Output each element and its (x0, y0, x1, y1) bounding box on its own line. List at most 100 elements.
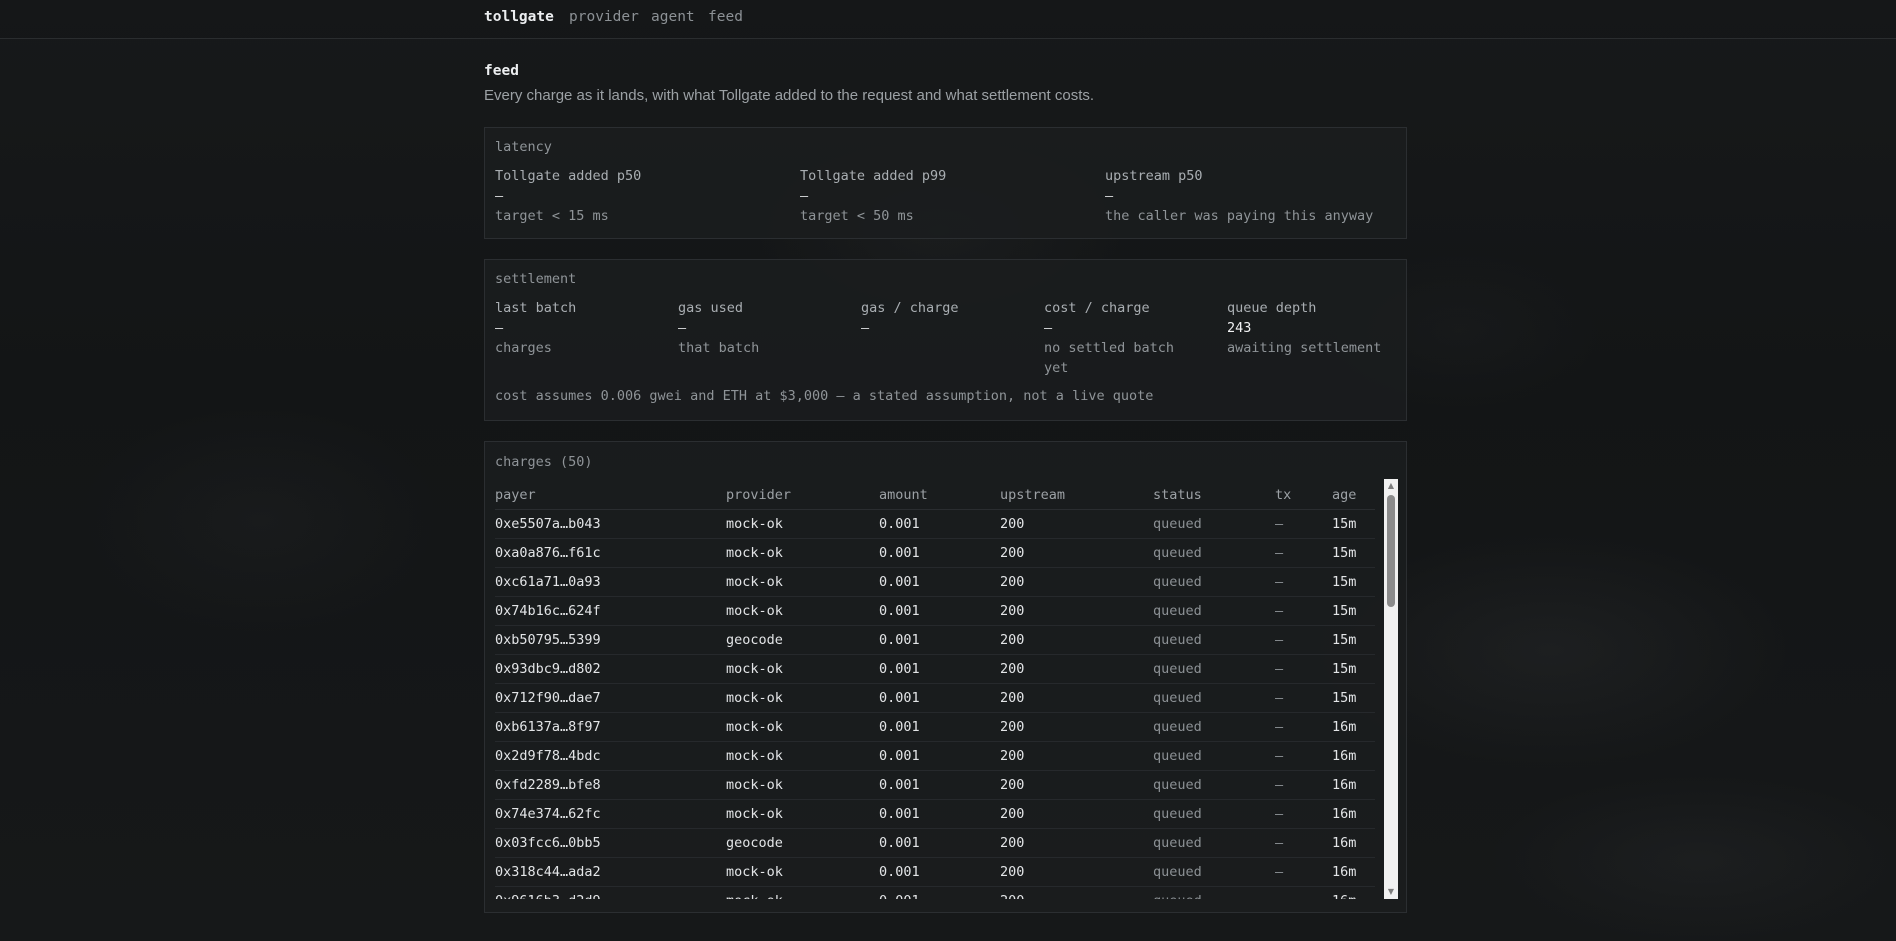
latency-metric-upstream: upstream p50 – the caller was paying thi… (1105, 166, 1373, 226)
table-row[interactable]: 0x712f90…dae7 mock-ok 0.001 200 queued –15m (495, 683, 1375, 713)
column-header-tx[interactable]: tx (1275, 479, 1332, 510)
brand-link[interactable]: tollgate (484, 9, 554, 25)
table-row[interactable]: 0xb6137a…8f97 mock-ok 0.001 200 queued –16m (495, 712, 1375, 742)
cell-tx: – (1275, 712, 1332, 742)
nav-link-provider[interactable]: provider (569, 9, 639, 25)
cell-payer: 0xfd2289…bfe8 (495, 770, 726, 800)
cell-amount: 0.001 (879, 770, 1000, 800)
charges-table-scroll[interactable]: payer provider amount upstream status tx… (495, 479, 1392, 899)
cell-payer: 0x03fcc6…0bb5 (495, 828, 726, 858)
cell-provider: mock-ok (726, 596, 879, 626)
latency-panel: latency Tollgate added p50 – target < 15… (484, 127, 1407, 239)
table-row[interactable]: 0x03fcc6…0bb5 geocode 0.001 200 queued –16m (495, 828, 1375, 858)
settlement-label: settlement (495, 271, 577, 287)
cell-age: 16m (1332, 886, 1375, 899)
cost-assumption-note: cost assumes 0.006 gwei and ETH at $3,00… (495, 388, 1154, 404)
cell-age: 15m (1332, 509, 1375, 539)
cell-amount: 0.001 (879, 683, 1000, 713)
cell-age: 16m (1332, 741, 1375, 771)
cell-upstream: 200 (1000, 712, 1153, 742)
nav-link-agent[interactable]: agent (651, 9, 695, 25)
table-row[interactable]: 0x9616b3…d2d9mock-ok0.001200queued–16m (495, 886, 1375, 899)
cell-tx: – (1275, 538, 1332, 568)
metric-value: 243 (1227, 320, 1252, 336)
cell-age: 16m (1332, 799, 1375, 829)
table-row[interactable]: 0xb50795…5399 geocode 0.001 200 queued –15m (495, 625, 1375, 655)
cell-provider: geocode (726, 828, 879, 858)
scroll-down-icon[interactable]: ▼ (1384, 885, 1398, 899)
cell-payer: 0x74e374…62fc (495, 799, 726, 829)
table-row[interactable]: 0x93dbc9…d802 mock-ok 0.001 200 queued –15m (495, 654, 1375, 684)
cell-amount: 0.001 (879, 567, 1000, 597)
cell-amount: 0.001 (879, 654, 1000, 684)
column-header-provider[interactable]: provider (726, 479, 879, 510)
cell-status: queued (1153, 712, 1275, 742)
cell-status: queued (1153, 828, 1275, 858)
table-row[interactable]: 0x318c44…ada2 mock-ok 0.001 200 queued –16m (495, 857, 1375, 887)
column-header-upstream[interactable]: upstream (1000, 479, 1153, 510)
cell-payer: 0xb50795…5399 (495, 625, 726, 655)
cell-provider: geocode (726, 625, 879, 655)
metric-name: upstream p50 (1105, 168, 1203, 184)
metric-value: – (678, 320, 687, 336)
latency-label: latency (495, 139, 552, 155)
cell-status: queued (1153, 654, 1275, 684)
cell-upstream: 200 (1000, 886, 1153, 899)
nav-link-feed[interactable]: feed (708, 9, 743, 25)
table-row[interactable]: 0xc61a71…0a93 mock-ok 0.001 200 queued –15m (495, 567, 1375, 597)
cell-payer: 0x2d9f78…4bdc (495, 741, 726, 771)
metric-note: the caller was paying this anyway (1105, 208, 1374, 224)
cell-upstream: 200 (1000, 538, 1153, 568)
metric-note: target < 15 ms (495, 208, 609, 224)
cell-upstream: 200 (1000, 596, 1153, 626)
cell-amount: 0.001 (879, 538, 1000, 568)
cell-upstream: 200 (1000, 683, 1153, 713)
cell-tx: – (1275, 799, 1332, 829)
column-header-status[interactable]: status (1153, 479, 1275, 510)
cell-age: 15m (1332, 625, 1375, 655)
column-header-payer[interactable]: payer (495, 479, 726, 510)
cell-tx: – (1275, 828, 1332, 858)
page-title: feed (484, 63, 519, 79)
cell-age: 16m (1332, 712, 1375, 742)
cell-age: 16m (1332, 857, 1375, 887)
metric-name: gas used (678, 300, 744, 316)
cell-provider: mock-ok (726, 654, 879, 684)
cell-upstream: 200 (1000, 625, 1153, 655)
table-row[interactable]: 0x2d9f78…4bdc mock-ok 0.001 200 queued –16m (495, 741, 1375, 771)
page-description: Every charge as it lands, with what Toll… (484, 87, 1095, 104)
table-row[interactable]: 0x74e374…62fc mock-ok 0.001 200 queued –16m (495, 799, 1375, 829)
metric-note: that batch (678, 340, 760, 356)
metric-note: awaiting settlement (1227, 340, 1382, 356)
metric-value: – (861, 320, 870, 336)
metric-name: last batch (495, 300, 577, 316)
cell-upstream: 200 (1000, 799, 1153, 829)
cell-age: 15m (1332, 596, 1375, 626)
table-scrollbar[interactable]: ▲ ▼ (1384, 479, 1398, 899)
cell-provider: mock-ok (726, 770, 879, 800)
scrollbar-thumb[interactable] (1387, 495, 1395, 607)
latency-metric-p99: Tollgate added p99 – target < 50 ms (800, 166, 946, 226)
cell-tx: – (1275, 596, 1332, 626)
metric-value: – (495, 320, 504, 336)
table-header-row: payer provider amount upstream status tx… (495, 479, 1375, 510)
column-header-amount[interactable]: amount (879, 479, 1000, 510)
cell-tx: – (1275, 857, 1332, 887)
cell-payer: 0xb6137a…8f97 (495, 712, 726, 742)
cell-age: 15m (1332, 654, 1375, 684)
charges-panel: charges (50) payer provider amount upstr… (484, 441, 1407, 913)
table-row[interactable]: 0xfd2289…bfe8 mock-ok 0.001 200 queued –16m (495, 770, 1375, 800)
cell-provider: mock-ok (726, 712, 879, 742)
table-row[interactable]: 0xa0a876…f61c mock-ok 0.001 200 queued –15m (495, 538, 1375, 568)
cell-payer: 0x9616b3…d2d9 (495, 886, 726, 899)
table-row[interactable]: 0xe5507a…b043 mock-ok 0.001 200 queued –15m (495, 509, 1375, 539)
cell-payer: 0xa0a876…f61c (495, 538, 726, 568)
metric-value: – (800, 188, 809, 204)
metric-note: charges (495, 340, 552, 356)
cell-payer: 0x93dbc9…d802 (495, 654, 726, 684)
column-header-age[interactable]: age (1332, 479, 1375, 510)
scroll-up-icon[interactable]: ▲ (1384, 479, 1398, 493)
table-row[interactable]: 0x74b16c…624f mock-ok 0.001 200 queued –15m (495, 596, 1375, 626)
settlement-metric-cost-per-charge: cost / charge – no settled batch yet (1044, 298, 1174, 378)
cell-provider: mock-ok (726, 538, 879, 568)
